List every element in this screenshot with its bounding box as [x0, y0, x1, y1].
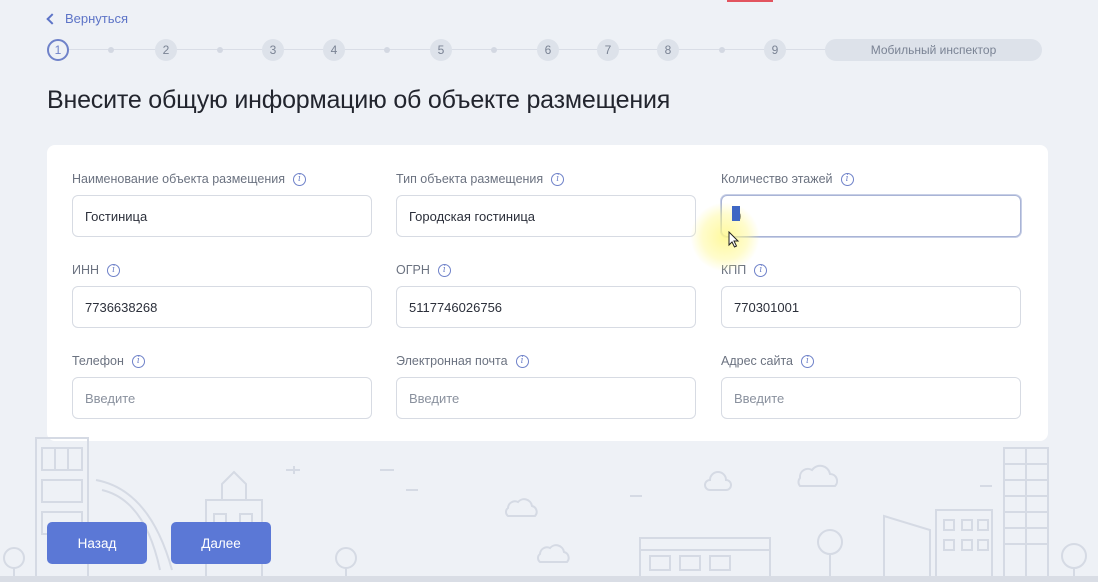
back-link-label: Вернуться [65, 11, 129, 26]
field-name: Наименование объекта размещения i [72, 171, 372, 237]
info-icon[interactable]: i [107, 263, 121, 277]
step-dot [719, 47, 725, 53]
step-3[interactable]: 3 [262, 39, 284, 61]
step-7[interactable]: 7 [597, 39, 619, 61]
field-site-label: Адрес сайта [721, 354, 793, 368]
field-kpp: КПП i [721, 262, 1021, 328]
inn-input[interactable] [72, 286, 372, 328]
info-icon[interactable]: i [800, 354, 814, 368]
field-ogrn: ОГРН i [396, 262, 696, 328]
step-dot [384, 47, 390, 53]
city-illustration [3, 437, 1087, 580]
text-selection [732, 206, 740, 221]
info-icon[interactable]: i [131, 354, 145, 368]
back-button[interactable]: Назад [47, 522, 147, 564]
stepper: 1 2 3 4 5 6 7 8 9 Мобильный инспектор [47, 39, 1042, 61]
step-mobile-inspector[interactable]: Мобильный инспектор [825, 39, 1042, 61]
site-input[interactable] [721, 377, 1021, 419]
form-card: Наименование объекта размещения i Тип об… [47, 145, 1048, 441]
field-phone-label: Телефон [72, 354, 124, 368]
info-icon[interactable]: i [515, 354, 529, 368]
floors-input[interactable] [721, 195, 1021, 237]
field-email: Электронная почта i [396, 353, 696, 419]
step-dot [108, 47, 114, 53]
field-floors: Количество этажей i [721, 171, 1021, 237]
field-floors-label: Количество этажей [721, 172, 833, 186]
step-6[interactable]: 6 [537, 39, 559, 61]
field-kpp-label: КПП [721, 263, 747, 277]
kpp-input[interactable] [721, 286, 1021, 328]
chevron-left-icon [46, 13, 58, 25]
field-inn: ИНН i [72, 262, 372, 328]
ogrn-input[interactable] [396, 286, 696, 328]
step-5[interactable]: 5 [430, 39, 452, 61]
field-phone: Телефон i [72, 353, 372, 419]
step-1[interactable]: 1 [47, 39, 69, 61]
field-site: Адрес сайта i [721, 353, 1021, 419]
top-accent-mark [727, 0, 773, 2]
info-icon[interactable]: i [293, 172, 306, 186]
email-input[interactable] [396, 377, 696, 419]
info-icon[interactable]: i [437, 263, 451, 277]
field-ogrn-label: ОГРН [396, 263, 430, 277]
field-name-label: Наименование объекта размещения [72, 172, 285, 186]
page-title: Внесите общую информацию об объекте разм… [47, 86, 671, 114]
field-type: Тип объекта размещения i [396, 171, 696, 237]
back-link[interactable]: Вернуться [46, 11, 129, 26]
field-type-label: Тип объекта размещения [396, 172, 544, 186]
step-8[interactable]: 8 [657, 39, 679, 61]
mouse-pointer-icon [728, 231, 740, 248]
step-4[interactable]: 4 [323, 39, 345, 61]
next-button[interactable]: Далее [171, 522, 271, 564]
type-input[interactable] [396, 195, 696, 237]
info-icon[interactable]: i [840, 172, 854, 186]
step-dot [491, 47, 497, 53]
step-dot [217, 47, 223, 53]
field-email-label: Электронная почта [396, 354, 508, 368]
phone-input[interactable] [72, 377, 372, 419]
field-inn-label: ИНН [72, 263, 100, 277]
step-2[interactable]: 2 [155, 39, 177, 61]
step-9[interactable]: 9 [764, 39, 786, 61]
name-input[interactable] [72, 195, 372, 237]
info-icon[interactable]: i [754, 263, 768, 277]
bottom-strip [0, 576, 1098, 582]
info-icon[interactable]: i [551, 172, 565, 186]
